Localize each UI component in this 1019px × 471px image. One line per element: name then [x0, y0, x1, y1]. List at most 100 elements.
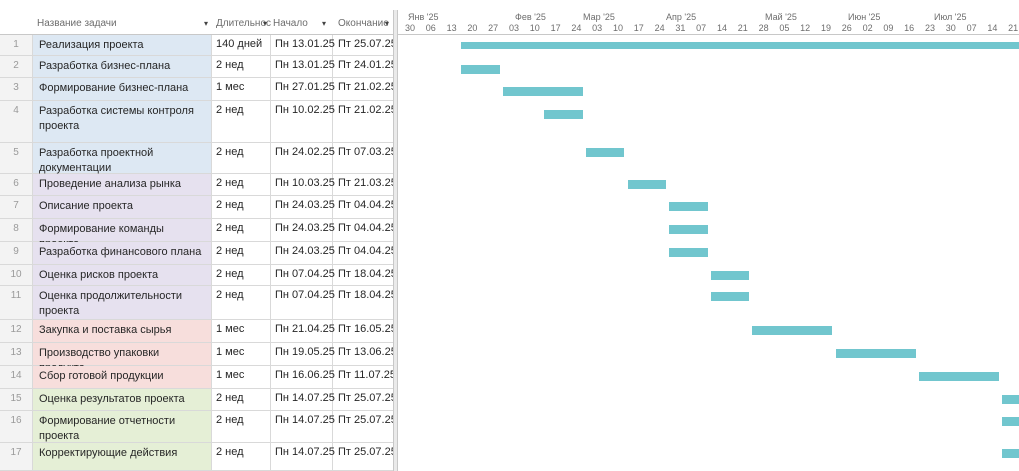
end-date-cell[interactable]: Пт 25.07.25	[333, 411, 397, 443]
start-column-header[interactable]: Начало ▾	[271, 10, 333, 34]
task-name-cell[interactable]: Оценка результатов проекта	[33, 389, 212, 411]
duration-cell[interactable]: 2 нед	[212, 196, 271, 219]
task-bar[interactable]	[669, 202, 708, 211]
duration-cell[interactable]: 1 мес	[212, 320, 271, 343]
row-id[interactable]: 17	[0, 443, 33, 471]
row-id[interactable]: 12	[0, 320, 33, 343]
table-row[interactable]: 1 Реализация проекта 140 дней Пн 13.01.25 Пт…	[0, 35, 397, 56]
duration-cell[interactable]: 140 дней	[212, 35, 271, 56]
row-id[interactable]: 8	[0, 219, 33, 242]
duration-cell[interactable]: 2 нед	[212, 101, 271, 143]
row-id[interactable]: 1	[0, 35, 33, 56]
task-name-cell[interactable]: Формирование бизнес-плана	[33, 78, 212, 101]
row-id[interactable]: 3	[0, 78, 33, 101]
table-row[interactable]: 9 Разработка финансового плана 2 нед Пн 24.…	[0, 242, 397, 265]
duration-cell[interactable]: 1 мес	[212, 366, 271, 389]
start-date-cell[interactable]: Пн 16.06.25	[271, 366, 335, 389]
summary-task-bar[interactable]	[461, 42, 1019, 49]
end-date-cell[interactable]: Пт 24.01.25	[333, 56, 397, 78]
table-row[interactable]: 6 Проведение анализа рынка 2 нед Пн 10.03.2…	[0, 174, 397, 196]
row-id[interactable]: 11	[0, 286, 33, 320]
task-bar[interactable]	[502, 87, 583, 96]
start-date-cell[interactable]: Пн 24.03.25	[271, 196, 335, 219]
table-row[interactable]: 2Разработка бизнес-плана проекта2 недПн …	[0, 56, 397, 87]
table-row[interactable]: 17 Корректирующие действия 2 нед Пн 14.07.2…	[0, 443, 397, 471]
task-bar[interactable]	[1001, 417, 1019, 426]
start-date-cell[interactable]: Пн 10.03.25	[271, 174, 335, 196]
task-bar[interactable]	[1001, 449, 1019, 458]
task-name-cell[interactable]: Закупка и поставка сырья	[33, 320, 212, 343]
row-id[interactable]: 14	[0, 366, 33, 389]
end-date-cell[interactable]: Пт 21.02.25	[333, 78, 397, 101]
task-name-cell[interactable]: Формирование команды проекта	[33, 219, 212, 250]
task-name-cell[interactable]: Разработка проектной документации	[33, 143, 212, 174]
row-id[interactable]: 2	[0, 56, 33, 78]
task-bar[interactable]	[544, 110, 583, 119]
duration-cell[interactable]: 2 нед	[212, 174, 271, 196]
row-id[interactable]: 6	[0, 174, 33, 196]
task-name-cell[interactable]: Разработка бизнес-плана проекта	[33, 56, 212, 87]
task-bar[interactable]	[752, 326, 833, 335]
duration-cell[interactable]: 1 мес	[212, 78, 271, 101]
duration-cell[interactable]: 2 нед	[212, 265, 271, 286]
task-bar[interactable]	[835, 349, 916, 358]
table-row[interactable]: 5 Разработка проектной документации 2 нед П…	[0, 143, 397, 174]
chevron-down-icon[interactable]: ▾	[385, 19, 389, 28]
task-name-cell[interactable]: Реализация проекта	[33, 35, 212, 56]
task-bar[interactable]	[1001, 395, 1019, 404]
table-row[interactable]: 10 Оценка рисков проекта 2 нед Пн 07.04.25 П…	[0, 265, 397, 286]
table-row[interactable]: 3 Формирование бизнес-плана 1 мес Пн 27.01.…	[0, 78, 397, 101]
end-date-cell[interactable]: Пт 18.04.25	[333, 265, 397, 286]
row-id[interactable]: 13	[0, 343, 33, 366]
task-name-cell[interactable]: Описание проекта	[33, 196, 212, 219]
duration-cell[interactable]: 2 нед	[212, 286, 271, 320]
duration-cell[interactable]: 2 нед	[212, 56, 271, 78]
task-bar[interactable]	[461, 65, 500, 74]
table-row[interactable]: 12 Закупка и поставка сырья 1 мес Пн 21.04.…	[0, 320, 397, 343]
start-date-cell[interactable]: Пн 13.01.25	[271, 56, 335, 78]
duration-cell[interactable]: 2 нед	[212, 219, 271, 242]
start-date-cell[interactable]: Пн 10.02.25	[271, 101, 335, 143]
end-column-header[interactable]: Окончание ▾	[333, 10, 393, 34]
name-column-header[interactable]: Название задачи ▾	[33, 10, 212, 34]
task-name-cell[interactable]: Проведение анализа рынка	[33, 174, 212, 196]
start-date-cell[interactable]: Пн 07.04.25	[271, 265, 335, 286]
task-bar[interactable]	[585, 148, 625, 157]
start-date-cell[interactable]: Пн 27.01.25	[271, 78, 335, 101]
task-name-cell[interactable]: Сбор готовой продукции	[33, 366, 212, 389]
task-bar[interactable]	[710, 271, 750, 280]
table-row[interactable]: 14 Сбор готовой продукции 1 мес Пн 16.06.25…	[0, 366, 396, 389]
task-name-cell[interactable]: Оценка продолжительности проекта	[33, 286, 212, 320]
start-date-cell[interactable]: Пн 13.01.25	[271, 35, 335, 56]
end-date-cell[interactable]: Пт 04.04.25	[333, 196, 397, 219]
task-bar[interactable]	[710, 292, 750, 301]
start-date-cell[interactable]: Пн 19.05.25	[271, 343, 335, 366]
task-name-cell[interactable]: Формирование отчетности проекта	[33, 411, 212, 443]
table-row[interactable]: 8Формирование команды проекта2 недПн 24.…	[0, 219, 397, 250]
table-row[interactable]: 7 Описание проекта 2 нед Пн 24.03.25 Пт 04.0…	[0, 196, 397, 219]
task-bar[interactable]	[669, 248, 708, 257]
task-name-cell[interactable]: Корректирующие действия	[33, 443, 212, 471]
task-bar[interactable]	[627, 180, 667, 189]
row-id[interactable]: 5	[0, 143, 33, 174]
task-bar[interactable]	[669, 225, 708, 234]
end-date-cell[interactable]: Пт 18.04.25	[333, 286, 397, 320]
end-date-cell[interactable]: Пт 04.04.25	[333, 219, 397, 242]
chevron-down-icon[interactable]: ▾	[322, 19, 326, 28]
row-id[interactable]: 15	[0, 389, 33, 411]
start-date-cell[interactable]: Пн 14.07.25	[271, 411, 335, 443]
end-date-cell[interactable]: Пт 07.03.25	[333, 143, 397, 174]
duration-cell[interactable]: 2 нед	[212, 389, 271, 411]
chevron-down-icon[interactable]: ▾	[204, 19, 208, 28]
end-date-cell[interactable]: Пт 16.05.25	[333, 320, 397, 343]
task-name-cell[interactable]: Оценка рисков проекта	[33, 265, 212, 286]
end-date-cell[interactable]: Пт 25.07.25	[333, 389, 397, 411]
row-id[interactable]: 9	[0, 242, 33, 265]
end-date-cell[interactable]: Пт 04.04.25	[333, 242, 397, 265]
id-column-header[interactable]	[0, 10, 33, 34]
duration-cell[interactable]: 2 нед	[212, 143, 271, 174]
table-row[interactable]: 4 Разработка системы контроля проекта 2 не…	[0, 101, 397, 143]
row-id[interactable]: 7	[0, 196, 33, 219]
chevron-down-icon[interactable]: ▾	[263, 19, 267, 28]
table-row[interactable]: 16 Формирование отчетности проекта 2 нед Пн…	[0, 411, 397, 443]
